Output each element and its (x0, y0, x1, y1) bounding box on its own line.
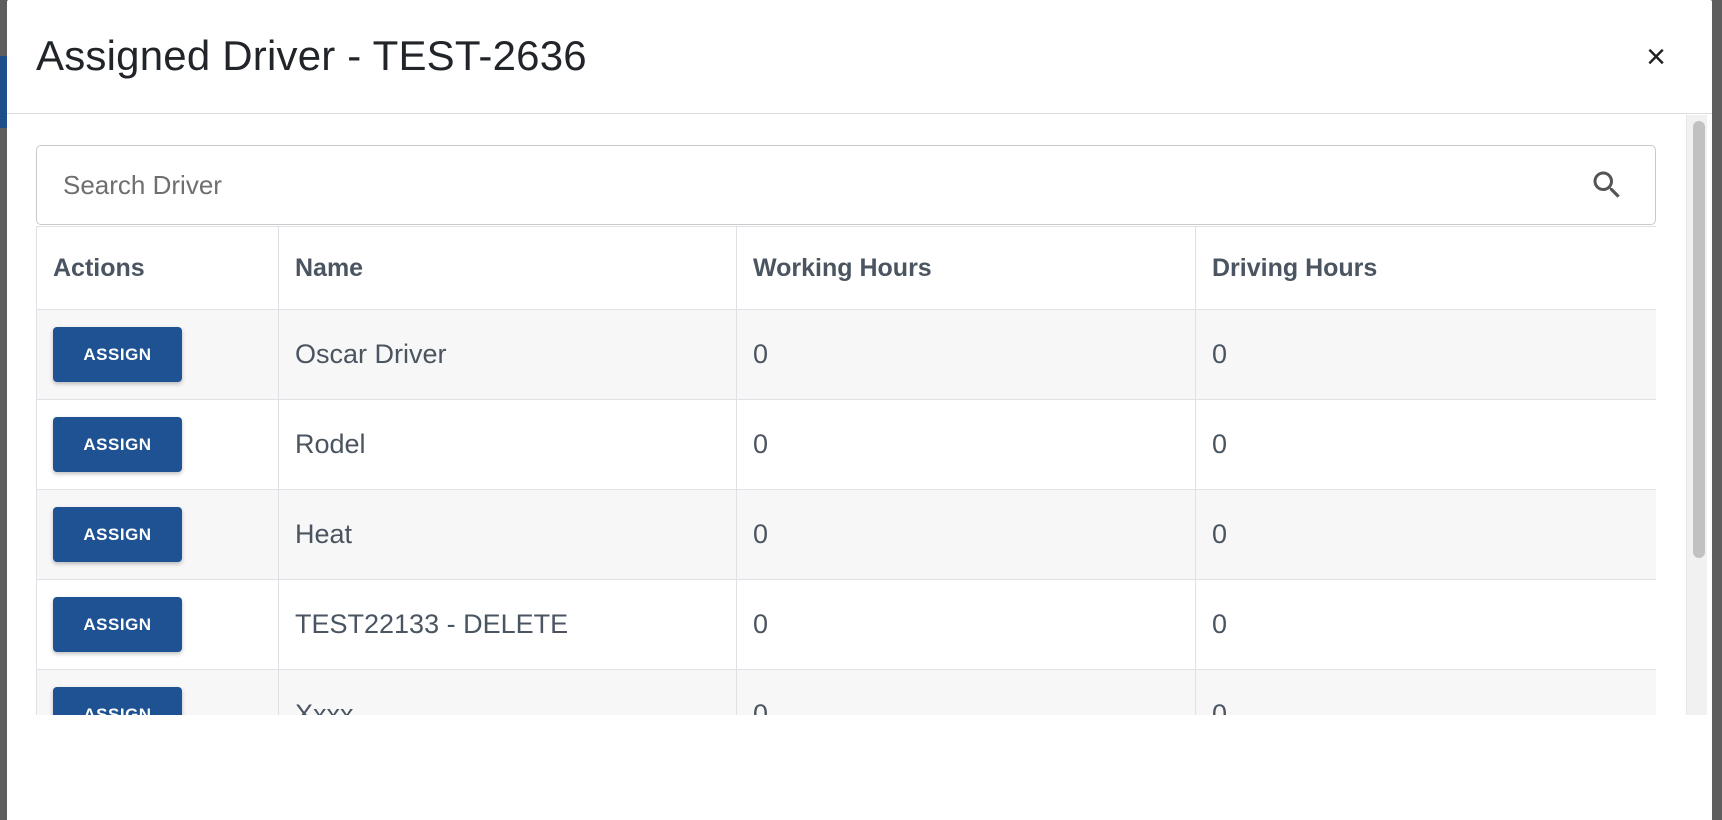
search-driver-input[interactable] (63, 169, 1585, 201)
working-hours-cell: 0 (736, 579, 1196, 670)
driving-hours-cell: 0 (1195, 309, 1656, 400)
working-hours-cell: 0 (736, 489, 1196, 580)
driver-name-cell: Oscar Driver (278, 309, 737, 400)
table-row: ASSIGN Xxxx 0 0 (36, 669, 1656, 715)
drivers-table: Actions Name Working Hours Driving Hours… (36, 226, 1656, 715)
driver-name-cell: Heat (278, 489, 737, 580)
driving-hours-cell: 0 (1195, 489, 1656, 580)
assign-button[interactable]: ASSIGN (53, 687, 182, 715)
column-header-name: Name (278, 226, 737, 310)
driver-list-scroll-area[interactable]: Actions Name Working Hours Driving Hours… (36, 145, 1656, 715)
modal-body: Actions Name Working Hours Driving Hours… (7, 115, 1712, 715)
modal-header: Assigned Driver - TEST-2636 × (7, 0, 1712, 114)
column-header-actions: Actions (36, 226, 279, 310)
table-row: ASSIGN Rodel 0 0 (36, 399, 1656, 490)
column-header-working-hours: Working Hours (736, 226, 1196, 310)
assign-button[interactable]: ASSIGN (53, 327, 182, 382)
close-icon: × (1646, 37, 1666, 76)
column-header-driving-hours: Driving Hours (1195, 226, 1656, 310)
search-icon[interactable] (1585, 163, 1629, 207)
table-header-row: Actions Name Working Hours Driving Hours (36, 226, 1656, 310)
table-row: ASSIGN TEST22133 - DELETE 0 0 (36, 579, 1656, 670)
assign-button[interactable]: ASSIGN (53, 597, 182, 652)
actions-cell: ASSIGN (36, 669, 279, 715)
backdrop-page-right (1712, 0, 1722, 820)
actions-cell: ASSIGN (36, 579, 279, 670)
actions-cell: ASSIGN (36, 309, 279, 400)
working-hours-cell: 0 (736, 399, 1196, 490)
assign-button[interactable]: ASSIGN (53, 417, 182, 472)
driver-name-cell: Rodel (278, 399, 737, 490)
modal-title: Assigned Driver - TEST-2636 (36, 32, 587, 79)
search-box (36, 145, 1656, 225)
assign-driver-modal: Assigned Driver - TEST-2636 × Search Dri… (7, 0, 1712, 820)
table-row: ASSIGN Oscar Driver 0 0 (36, 309, 1656, 400)
assign-button[interactable]: ASSIGN (53, 507, 182, 562)
actions-cell: ASSIGN (36, 399, 279, 490)
table-row: ASSIGN Heat 0 0 (36, 489, 1656, 580)
driving-hours-cell: 0 (1195, 669, 1656, 715)
driver-name-cell: TEST22133 - DELETE (278, 579, 737, 670)
driving-hours-cell: 0 (1195, 399, 1656, 490)
working-hours-cell: 0 (736, 309, 1196, 400)
working-hours-cell: 0 (736, 669, 1196, 715)
scrollbar-thumb[interactable] (1693, 121, 1705, 558)
modal-footer-space (7, 715, 1712, 820)
driving-hours-cell: 0 (1195, 579, 1656, 670)
actions-cell: ASSIGN (36, 489, 279, 580)
driver-name-cell: Xxxx (278, 669, 737, 715)
close-button[interactable]: × (1636, 37, 1676, 77)
